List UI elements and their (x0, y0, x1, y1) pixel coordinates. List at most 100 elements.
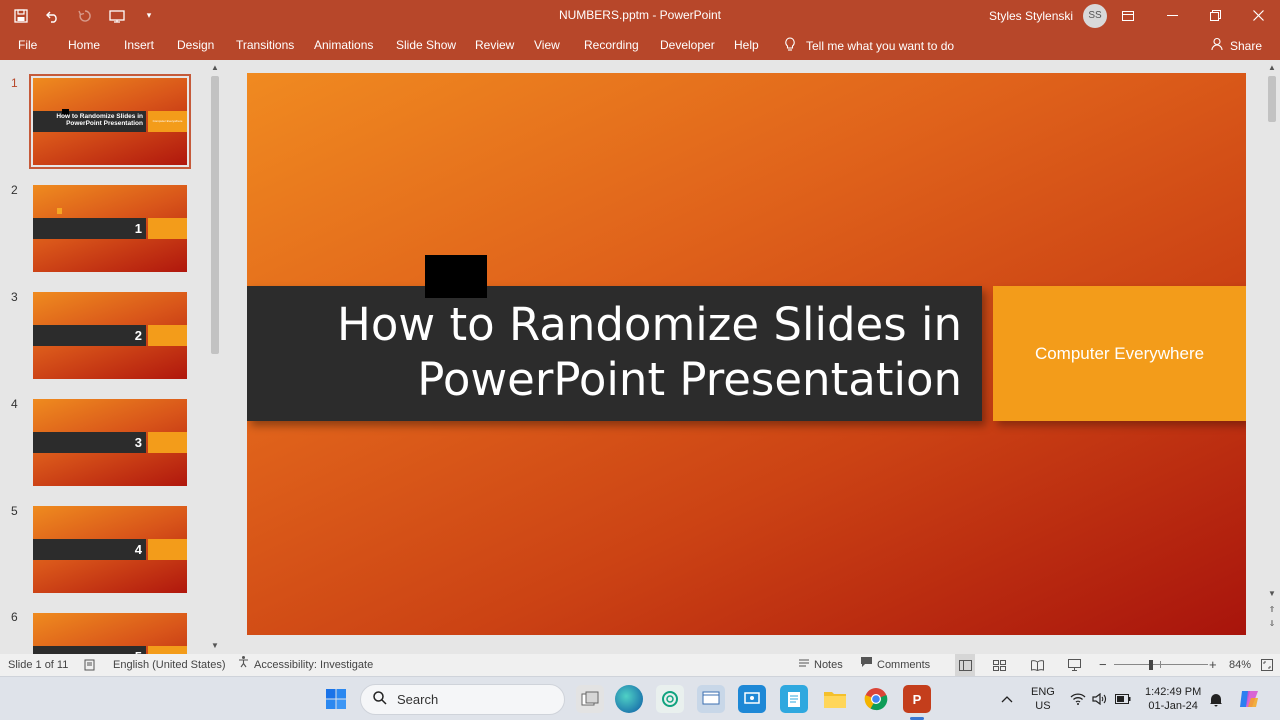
slide-sorter-icon[interactable] (993, 654, 1006, 676)
zoom-in-icon[interactable]: + (1209, 654, 1217, 676)
tell-me-search[interactable]: Tell me what you want to do (784, 31, 954, 60)
file-explorer-icon[interactable] (821, 685, 849, 713)
task-view-icon[interactable] (576, 685, 604, 713)
search-icon (373, 691, 387, 708)
notepad-icon[interactable] (780, 685, 808, 713)
slide-scrollbar[interactable]: ▲ ▼ ⇑ ⇓ (1265, 62, 1279, 652)
user-name: Styles Stylenski (989, 8, 1074, 23)
tab-insert[interactable]: Insert (124, 31, 154, 60)
accessibility-checker[interactable]: Accessibility: Investigate (237, 654, 373, 676)
input-language[interactable]: ENG US (1031, 677, 1055, 720)
language-code: ENG (1031, 686, 1055, 698)
thumbnail-slide-6[interactable]: 5 (33, 613, 187, 654)
tab-developer[interactable]: Developer (660, 31, 715, 60)
wifi-icon[interactable] (1070, 677, 1086, 720)
black-rectangle-shape[interactable] (425, 255, 487, 298)
tab-home[interactable]: Home (68, 31, 100, 60)
thumbnail-number: 5 (11, 504, 18, 518)
zoom-slider[interactable] (1114, 654, 1208, 676)
search-label: Search (397, 692, 439, 707)
tab-view[interactable]: View (534, 31, 560, 60)
clock-time: 1:42:49 PM (1145, 686, 1202, 698)
powerpoint-icon[interactable]: P (903, 685, 931, 713)
scroll-up-icon[interactable]: ▲ (1265, 62, 1279, 74)
edge-browser-icon[interactable] (615, 685, 643, 713)
chrome-browser-icon[interactable] (862, 685, 890, 713)
thumbnails-scrollbar[interactable]: ▲ ▼ (208, 62, 222, 652)
previous-slide-icon[interactable]: ⇑ (1265, 604, 1279, 616)
tab-review[interactable]: Review (475, 31, 514, 60)
spell-check-icon[interactable] (84, 654, 97, 676)
windows-taskbar: Search P ENG US 1:42:49 PM 01-Jan-24 (0, 676, 1280, 720)
reading-view-icon[interactable] (1031, 654, 1044, 676)
comments-button[interactable]: Comments (860, 654, 930, 676)
slide-thumbnails-pane: 1 How to Randomize Slides in PowerPoint … (0, 60, 224, 654)
title-bar: ▾ NUMBERS.pptm - PowerPoint Styles Style… (0, 0, 1280, 31)
slide-counter: Slide 1 of 11 (8, 659, 69, 671)
tab-transitions[interactable]: Transitions (236, 31, 294, 60)
ribbon-display-icon[interactable] (1106, 0, 1150, 31)
slide-title[interactable]: How to Randomize Slides in PowerPoint Pr… (267, 297, 962, 407)
thumbnail-number: 2 (11, 183, 18, 197)
zoom-out-icon[interactable]: − (1099, 654, 1107, 676)
fit-slide-icon[interactable] (1261, 654, 1273, 676)
scroll-down-icon[interactable]: ▼ (208, 640, 222, 652)
app-window-icon[interactable] (697, 685, 725, 713)
thumbnail-slide-5[interactable]: 4 (33, 506, 187, 593)
thumbnail-subtitle-box (148, 539, 187, 560)
restore-icon[interactable] (1193, 0, 1237, 31)
tab-recording[interactable]: Recording (584, 31, 639, 60)
language-indicator[interactable]: English (United States) (113, 654, 226, 676)
notes-button[interactable]: Notes (798, 654, 843, 676)
windows-start-icon[interactable] (322, 685, 350, 713)
quick-access-toolbar: ▾ (10, 0, 160, 31)
chatgpt-icon[interactable] (656, 685, 684, 713)
thumbnail-slide-4[interactable]: 3 (33, 399, 187, 486)
undo-icon[interactable] (42, 5, 64, 27)
battery-icon[interactable] (1115, 677, 1131, 720)
tab-slide-show[interactable]: Slide Show (396, 31, 456, 60)
zoom-level[interactable]: 84% (1229, 654, 1251, 676)
thumbnail-slide-2[interactable]: 1 (33, 185, 187, 272)
thumbnail-label: 2 (134, 328, 142, 343)
clock-date: 01-Jan-24 (1148, 700, 1198, 712)
normal-view-icon[interactable] (955, 654, 975, 676)
accessibility-label: Accessibility: Investigate (254, 659, 374, 671)
close-icon[interactable] (1236, 0, 1280, 31)
scroll-down-icon[interactable]: ▼ (1265, 588, 1279, 600)
share-button[interactable]: Share (1211, 31, 1262, 60)
thumbnail-subtitle: Computer Everywhere (152, 119, 183, 123)
lightbulb-icon (784, 37, 796, 54)
clock[interactable]: 1:42:49 PM 01-Jan-24 (1145, 677, 1201, 720)
slide-canvas[interactable]: How to Randomize Slides in PowerPoint Pr… (247, 73, 1246, 635)
thumbnail-subtitle-box (148, 432, 187, 453)
tab-animations[interactable]: Animations (314, 31, 373, 60)
zoom-slider-handle[interactable] (1149, 660, 1153, 670)
slide-subtitle[interactable]: Computer Everywhere (993, 286, 1246, 421)
redo-icon[interactable] (74, 5, 96, 27)
present-icon[interactable] (106, 5, 128, 27)
thumbnail-number: 6 (11, 610, 18, 624)
thumbnail-subtitle-box (148, 646, 187, 654)
scrollbar-thumb[interactable] (211, 76, 219, 354)
save-icon[interactable] (10, 5, 32, 27)
show-hidden-icons-icon[interactable] (1001, 677, 1013, 720)
thumbnail-slide-3[interactable]: 2 (33, 292, 187, 379)
tab-design[interactable]: Design (177, 31, 214, 60)
scrollbar-thumb[interactable] (1268, 76, 1276, 122)
chevron-down-icon[interactable]: ▾ (138, 5, 160, 27)
tab-file[interactable]: File (18, 31, 37, 60)
tab-help[interactable]: Help (734, 31, 759, 60)
notifications-icon[interactable] (1209, 677, 1223, 720)
slideshow-view-icon[interactable] (1068, 654, 1081, 676)
notes-icon (798, 654, 810, 676)
volume-icon[interactable] (1092, 677, 1107, 720)
minimize-icon[interactable] (1150, 0, 1194, 31)
scroll-up-icon[interactable]: ▲ (208, 62, 222, 74)
copilot-icon[interactable] (1238, 677, 1260, 720)
user-account[interactable]: Styles Stylenski SS (989, 0, 1108, 31)
screen-capture-icon[interactable] (738, 685, 766, 713)
taskbar-search[interactable]: Search (360, 684, 565, 715)
next-slide-icon[interactable]: ⇓ (1265, 618, 1279, 630)
thumbnail-slide-1[interactable]: How to Randomize Slides in PowerPoint Pr… (29, 74, 191, 169)
